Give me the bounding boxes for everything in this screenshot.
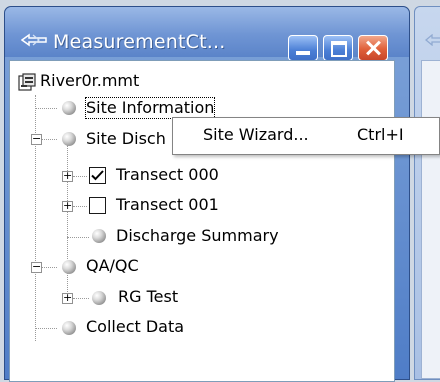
expand-icon[interactable]: +	[62, 170, 73, 182]
menu-item-site-wizard[interactable]: Site Wizard... Ctrl+I	[173, 118, 439, 154]
transect-000-checkbox[interactable]	[89, 167, 106, 184]
context-menu: Site Wizard... Ctrl+I	[172, 117, 440, 155]
app-icon	[425, 34, 440, 46]
sphere-icon	[62, 101, 76, 115]
measurement-file-icon	[18, 73, 36, 91]
expand-icon[interactable]: +	[62, 200, 73, 212]
background-window-pane	[421, 60, 440, 379]
tree-item-label: Collect Data	[86, 317, 185, 336]
tree-item-label: Site Disch	[86, 129, 166, 148]
sphere-icon	[62, 321, 76, 335]
tree-root-label: River0r.mmt	[40, 71, 140, 90]
title-bar[interactable]: MeasurementCt...	[5, 7, 409, 61]
collapse-icon[interactable]: −	[31, 261, 42, 273]
tree-item-discharge-summary[interactable]: Discharge Summary	[86, 225, 326, 249]
tree-item-label: Discharge Summary	[116, 226, 279, 245]
tree-item-transect-001[interactable]: + Transect 001	[50, 194, 250, 218]
minimize-button[interactable]	[288, 35, 318, 61]
close-button[interactable]	[358, 35, 388, 61]
tree-line	[35, 328, 57, 329]
tree-line	[35, 108, 57, 109]
app-icon	[21, 33, 47, 47]
measurement-tree[interactable]: River0r.mmt Site Information − Site Disc…	[9, 60, 395, 382]
tree-item-label: Transect 000	[116, 165, 219, 184]
tree-item-collect-data[interactable]: Collect Data	[56, 316, 256, 340]
background-window[interactable]	[414, 6, 440, 380]
sphere-icon	[92, 229, 106, 243]
collapse-icon[interactable]: −	[31, 133, 42, 145]
tree-item-rg-test[interactable]: + RG Test	[50, 286, 250, 310]
measurement-control-window: MeasurementCt... River0r.mmt Site Inform…	[4, 6, 410, 382]
checkmark-icon	[91, 170, 104, 181]
tree-item-transect-000[interactable]: + Transect 000	[50, 164, 250, 188]
menu-item-shortcut: Ctrl+I	[357, 125, 404, 144]
expand-icon[interactable]: +	[62, 292, 73, 304]
tree-item-label: Transect 001	[116, 195, 219, 214]
sphere-icon	[92, 291, 106, 305]
transect-001-checkbox[interactable]	[89, 197, 106, 214]
menu-item-label: Site Wizard...	[203, 125, 309, 144]
tree-item-label: RG Test	[118, 287, 179, 306]
tree-item-qa-qc[interactable]: − QA/QC	[18, 255, 218, 279]
tree-item-label: QA/QC	[86, 256, 139, 275]
window-title: MeasurementCt...	[53, 31, 226, 53]
tree-root[interactable]: River0r.mmt	[18, 71, 218, 97]
sphere-icon	[62, 260, 76, 274]
tree-item-label: Site Information	[84, 97, 216, 119]
maximize-button[interactable]	[323, 35, 353, 61]
sphere-icon	[62, 132, 76, 146]
